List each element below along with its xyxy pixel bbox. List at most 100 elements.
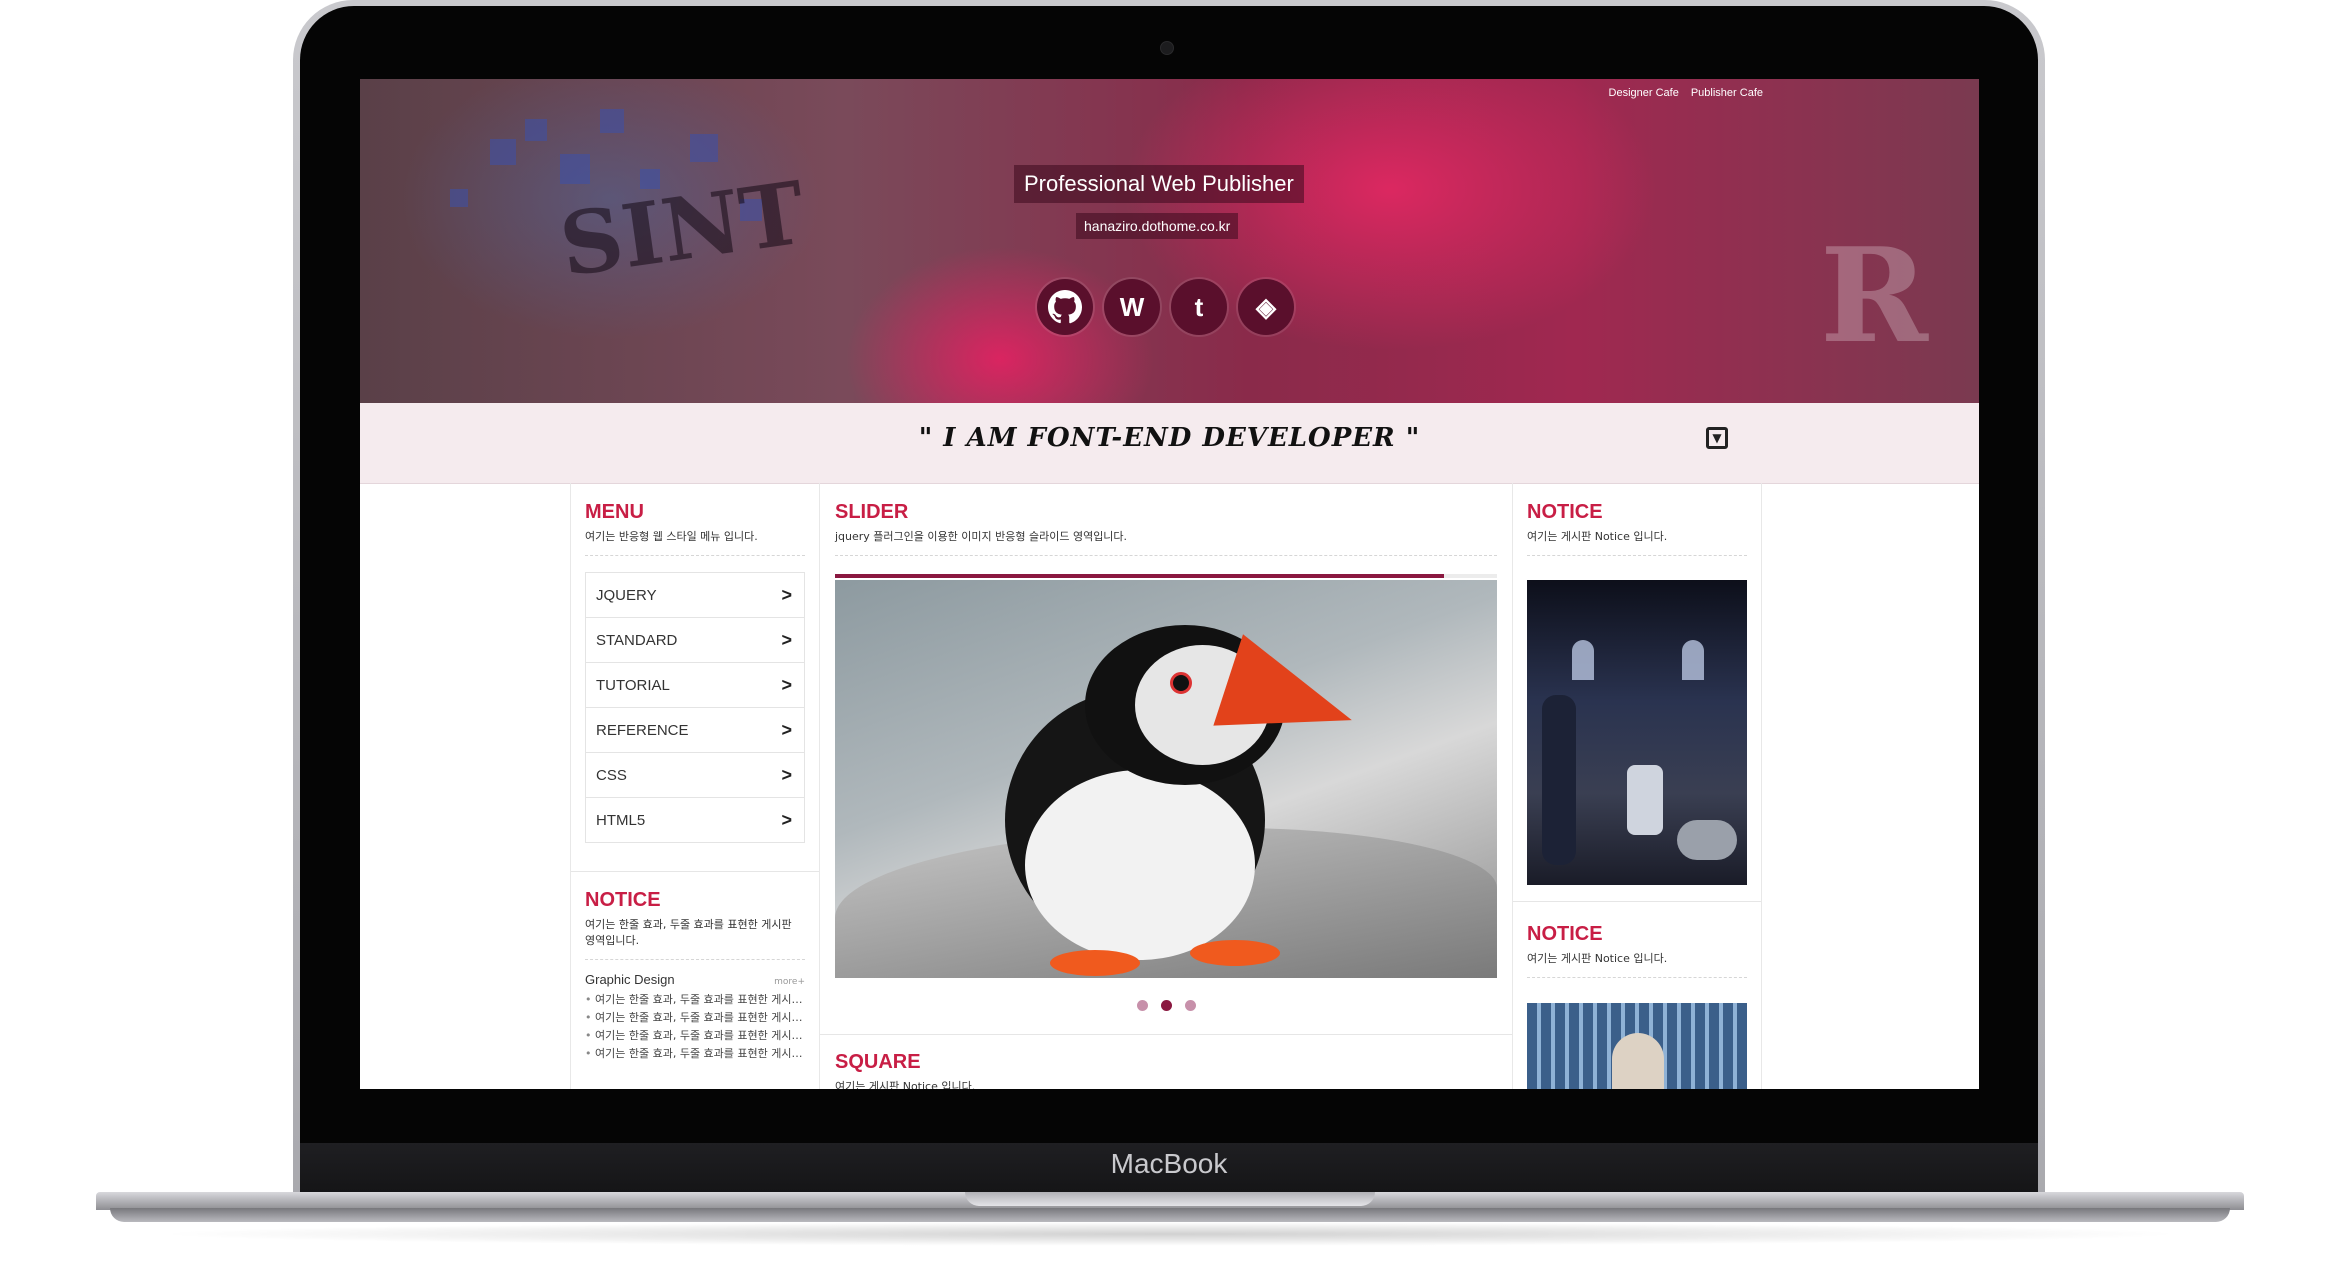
dashed-divider (585, 959, 805, 960)
middle-column: SLIDER jquery 플러그인을 이용한 이미지 반응형 슬라이드 영역입… (819, 483, 1513, 1089)
notice-description: 여기는 게시판 Notice 입니다. (1527, 952, 1668, 965)
section-divider (1513, 901, 1761, 902)
slider-dot[interactable] (1184, 1000, 1196, 1011)
menu-item-standard[interactable]: STANDARD > (585, 617, 805, 662)
square-title: SQUARE (835, 1051, 921, 1073)
square-description: 여기는 게시판 Notice 입니다. (835, 1080, 976, 1089)
list-item[interactable]: 여기는 한줄 효과, 두줄 효과를 표현한 게시판 영역입니다. (585, 1009, 805, 1027)
graffiti-square (490, 139, 516, 165)
menu-section: MENU 여기는 반응형 웹 스타일 메뉴 입니다. JQUERY > STAN… (585, 501, 805, 843)
slider-image-puffin[interactable] (835, 580, 1497, 978)
graffiti-art: R (1820, 219, 1929, 372)
tagline-quote: " I AM FONT-END DEVELOPER " (918, 423, 1421, 453)
notice-title: NOTICE (1527, 501, 1603, 523)
graffiti-square (560, 154, 590, 184)
menu-item-css[interactable]: CSS > (585, 752, 805, 797)
laptop-brand-label: MacBook (1110, 1148, 1228, 1179)
notice-description: 여기는 한줄 효과, 두줄 효과를 표현한 게시판 영역입니다. (585, 918, 792, 947)
dashed-divider (835, 555, 1497, 556)
laptop-base-edge (110, 1208, 2230, 1222)
notice-section-right-1: NOTICE 여기는 게시판 Notice 입니다. (1527, 501, 1747, 556)
more-link[interactable]: more+ (774, 977, 805, 987)
dashed-divider (1527, 977, 1747, 978)
left-column: MENU 여기는 반응형 웹 스타일 메뉴 입니다. JQUERY > STAN… (570, 483, 820, 1089)
urinal-shape (1627, 765, 1663, 835)
slider-dot[interactable] (1136, 1000, 1148, 1011)
graffiti-square (600, 109, 624, 133)
slider-progress-bar (835, 574, 1497, 578)
graffiti-square (690, 134, 718, 162)
publisher-cafe-link[interactable]: Publisher Cafe (1691, 87, 1763, 99)
list-item[interactable]: 여기는 한줄 효과, 두줄 효과를 표현한 게시판 영역입니다. (585, 1045, 805, 1063)
menu-item-label: CSS (596, 766, 627, 784)
graffiti-art: SINT (554, 162, 811, 297)
person-figure (1612, 1033, 1664, 1089)
notice-title: NOTICE (585, 889, 661, 911)
menu-item-label: HTML5 (596, 811, 646, 829)
graffiti-square (525, 119, 547, 141)
notice-title: NOTICE (1527, 923, 1603, 945)
camera-icon (1160, 41, 1174, 55)
menu-item-label: JQUERY (596, 586, 657, 604)
menu-list: JQUERY > STANDARD > TUTORIAL > REFERENCE… (585, 572, 805, 843)
chevron-right-icon: > (781, 809, 792, 830)
menu-item-html5[interactable]: HTML5 > (585, 797, 805, 843)
github-icon[interactable] (1037, 279, 1093, 335)
chevron-right-icon: > (781, 584, 792, 605)
site-url[interactable]: hanaziro.dothome.co.kr (1076, 213, 1239, 239)
tagline-banner: " I AM FONT-END DEVELOPER " ▼ (360, 403, 1979, 484)
site-title: Professional Web Publisher (1014, 165, 1304, 203)
slider-description: jquery 플러그인을 이용한 이미지 반응형 슬라이드 영역입니다. (835, 530, 1128, 543)
menu-item-tutorial[interactable]: TUTORIAL > (585, 662, 805, 707)
chevron-right-icon: > (781, 764, 792, 785)
notice-section-right-2: NOTICE 여기는 게시판 Notice 입니다. (1527, 923, 1747, 978)
section-divider (820, 1034, 1512, 1035)
menu-item-label: STANDARD (596, 631, 678, 649)
puffin-eye (1170, 672, 1192, 694)
notice-image-restroom[interactable] (1527, 580, 1747, 885)
menu-item-reference[interactable]: REFERENCE > (585, 707, 805, 752)
slider-progress-fill (835, 574, 1445, 578)
slider-dot[interactable] (1160, 1000, 1172, 1011)
menu-item-label: REFERENCE (596, 721, 689, 739)
right-column: NOTICE 여기는 게시판 Notice 입니다. NOTICE 여기는 게시… (1512, 483, 1762, 1089)
puffin-foot (1190, 940, 1280, 966)
notice-image-person[interactable] (1527, 1003, 1747, 1089)
designer-cafe-link[interactable]: Designer Cafe (1609, 87, 1679, 99)
square-section: SQUARE 여기는 게시판 Notice 입니다. (835, 1051, 1497, 1089)
browser-viewport: SINT R Designer Cafe Publisher Cafe Prof… (360, 79, 1979, 1089)
slider-section: SLIDER jquery 플러그인을 이용한 이미지 반응형 슬라이드 영역입… (835, 501, 1497, 556)
laptop-shadow (150, 1222, 2190, 1246)
puffin-belly (1025, 770, 1255, 960)
list-item[interactable]: 여기는 한줄 효과, 두줄 효과를 표현한 게시판 영역입니다. (585, 1027, 805, 1045)
chevron-right-icon: > (781, 719, 792, 740)
dashed-divider (1527, 555, 1747, 556)
list-item[interactable]: 여기는 한줄 효과, 두줄 효과를 표현한 게시판 영역입니다. (585, 991, 805, 1009)
board-list: 여기는 한줄 효과, 두줄 효과를 표현한 게시판 영역입니다. 여기는 한줄 … (585, 991, 805, 1063)
hero-header: SINT R Designer Cafe Publisher Cafe Prof… (360, 79, 1979, 403)
child-figure (1542, 695, 1576, 865)
social-links: W t ◈ (1037, 279, 1294, 335)
chevron-right-icon: > (781, 674, 792, 695)
board-header: Graphic Design more+ (585, 972, 805, 987)
slider-pagination (820, 1000, 1512, 1011)
chevron-right-icon: > (781, 629, 792, 650)
menu-description: 여기는 반응형 웹 스타일 메뉴 입니다. (585, 530, 758, 543)
slider-title: SLIDER (835, 501, 909, 523)
window-shape (1682, 640, 1704, 680)
dog-figure (1677, 820, 1737, 860)
graffiti-square (450, 189, 468, 207)
laptop-notch (965, 1192, 1375, 1206)
dropdown-toggle-icon[interactable]: ▼ (1706, 427, 1728, 449)
board-title: Graphic Design (585, 972, 675, 987)
tumblr-icon[interactable]: t (1171, 279, 1227, 335)
notice-description: 여기는 게시판 Notice 입니다. (1527, 530, 1668, 543)
menu-title: MENU (585, 501, 644, 523)
section-divider (571, 871, 819, 872)
menu-item-jquery[interactable]: JQUERY > (585, 572, 805, 617)
notice-section-left: NOTICE 여기는 한줄 효과, 두줄 효과를 표현한 게시판 영역입니다. … (585, 889, 805, 1063)
codepen-icon[interactable]: ◈ (1238, 279, 1294, 335)
puffin-foot (1050, 950, 1140, 976)
window-shape (1572, 640, 1594, 680)
wordpress-icon[interactable]: W (1104, 279, 1160, 335)
